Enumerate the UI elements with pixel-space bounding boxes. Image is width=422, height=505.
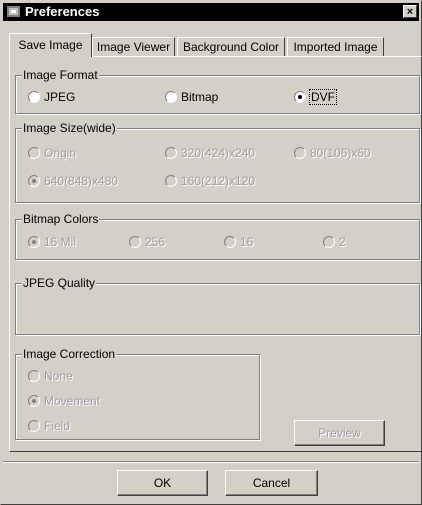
group-title: Image Correction [22, 347, 117, 361]
radio-selected-dot [298, 95, 302, 99]
radio-circle [294, 147, 306, 159]
group-title: Image Size(wide) [22, 121, 117, 135]
radio-circle [28, 395, 40, 407]
group-title: Image Format [22, 68, 99, 82]
radio-colors-256[interactable]: 256 [129, 235, 165, 249]
window-title: Preferences [25, 4, 100, 19]
radio-dvf[interactable]: DVF [294, 89, 337, 105]
ok-button[interactable]: OK [117, 470, 208, 496]
radio-size-640[interactable]: 640(848)x480 [28, 174, 118, 188]
tab-imported-image[interactable]: Imported Image [287, 37, 384, 56]
radio-circle [129, 236, 141, 248]
radio-circle [165, 91, 177, 103]
tab-image-viewer[interactable]: Image Viewer [92, 37, 175, 56]
radio-circle [28, 147, 40, 159]
radio-colors-16mil[interactable]: 16 Mil [28, 235, 76, 249]
radio-size-80[interactable]: 80(106)x60 [294, 146, 371, 160]
image-size-group: Image Size(wide) Origin 320(424)x240 80(… [15, 121, 420, 203]
image-format-group: Image Format JPEG Bitmap DVF [15, 68, 420, 114]
tab-panel-save-image: Image Format JPEG Bitmap DVF Image Size(… [9, 56, 422, 452]
radio-circle [28, 420, 40, 432]
radio-circle [28, 175, 40, 187]
radio-correction-movement[interactable]: Movement [28, 394, 100, 408]
radio-circle [224, 236, 236, 248]
radio-selected-dot [32, 399, 36, 403]
footer-divider-highlight [3, 462, 419, 463]
jpeg-quality-group: JPEG Quality [15, 276, 420, 335]
close-icon[interactable]: × [403, 5, 417, 18]
cancel-button[interactable]: Cancel [225, 470, 318, 496]
app-window-icon [7, 6, 20, 17]
radio-circle [165, 175, 177, 187]
radio-selected-dot [32, 179, 36, 183]
preview-button[interactable]: Preview [294, 420, 385, 446]
radio-correction-none[interactable]: None [28, 369, 73, 383]
radio-selected-dot [32, 240, 36, 244]
bitmap-colors-group: Bitmap Colors 16 Mil 256 16 2 [15, 212, 420, 260]
group-title: JPEG Quality [22, 276, 97, 290]
radio-colors-2[interactable]: 2 [323, 235, 346, 249]
tab-background-color[interactable]: Background Color [177, 37, 285, 56]
radio-jpeg[interactable]: JPEG [28, 90, 75, 104]
title-bar[interactable]: Preferences × [3, 3, 419, 21]
radio-circle [28, 370, 40, 382]
radio-circle [28, 236, 40, 248]
radio-correction-field[interactable]: Field [28, 419, 70, 433]
radio-size-320[interactable]: 320(424)x240 [165, 146, 255, 160]
radio-circle [165, 147, 177, 159]
group-title: Bitmap Colors [22, 212, 100, 226]
image-correction-group: Image Correction None Movement Field [15, 347, 260, 440]
radio-circle [323, 236, 335, 248]
radio-size-160[interactable]: 160(212)x120 [165, 174, 255, 188]
tab-save-image[interactable]: Save Image [9, 33, 92, 57]
radio-colors-16[interactable]: 16 [224, 235, 253, 249]
radio-circle [28, 91, 40, 103]
radio-bitmap[interactable]: Bitmap [165, 90, 218, 104]
preferences-dialog: Preferences × Save Image Image Viewer Ba… [0, 0, 422, 505]
radio-circle [294, 91, 306, 103]
radio-size-origin[interactable]: Origin [28, 146, 76, 160]
